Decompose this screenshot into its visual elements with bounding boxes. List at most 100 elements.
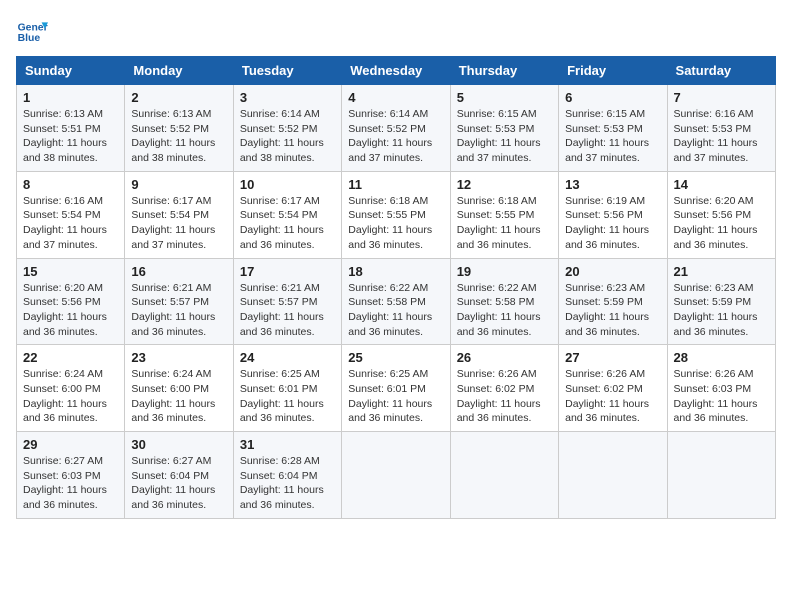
- col-header-monday: Monday: [125, 57, 233, 85]
- cell-info-line: and 37 minutes.: [348, 151, 443, 166]
- cell-info-line: Daylight: 11 hours: [565, 397, 660, 412]
- cell-info-line: Sunset: 5:55 PM: [457, 208, 552, 223]
- calendar-cell: [342, 432, 450, 519]
- cell-info-line: Sunset: 5:54 PM: [240, 208, 335, 223]
- cell-info-line: Daylight: 11 hours: [457, 310, 552, 325]
- cell-info-line: Sunrise: 6:23 AM: [565, 281, 660, 296]
- cell-info-line: Sunrise: 6:21 AM: [131, 281, 226, 296]
- day-number: 10: [240, 177, 335, 192]
- day-number: 1: [23, 90, 118, 105]
- calendar-cell: [667, 432, 775, 519]
- cell-info-line: Sunset: 6:03 PM: [23, 469, 118, 484]
- calendar-cell: 30 Sunrise: 6:27 AMSunset: 6:04 PMDayligh…: [125, 432, 233, 519]
- cell-info-line: Daylight: 11 hours: [23, 483, 118, 498]
- cell-info-line: Sunrise: 6:21 AM: [240, 281, 335, 296]
- cell-info-line: Sunset: 5:55 PM: [348, 208, 443, 223]
- cell-info-line: Sunset: 6:01 PM: [240, 382, 335, 397]
- cell-info-line: Sunrise: 6:28 AM: [240, 454, 335, 469]
- cell-info-line: Sunset: 5:58 PM: [457, 295, 552, 310]
- cell-info-line: Sunset: 6:03 PM: [674, 382, 769, 397]
- cell-info-line: and 36 minutes.: [565, 238, 660, 253]
- cell-info-line: Daylight: 11 hours: [565, 136, 660, 151]
- cell-info-line: Sunrise: 6:13 AM: [23, 107, 118, 122]
- cell-info-line: Sunrise: 6:15 AM: [565, 107, 660, 122]
- cell-info-line: Daylight: 11 hours: [674, 310, 769, 325]
- calendar-cell: 10Sunrise: 6:17 AMSunset: 5:54 PMDayligh…: [233, 171, 341, 258]
- col-header-saturday: Saturday: [667, 57, 775, 85]
- cell-info-line: and 36 minutes.: [131, 498, 226, 513]
- calendar-week-row: 15Sunrise: 6:20 AMSunset: 5:56 PMDayligh…: [17, 258, 776, 345]
- calendar-header-row: SundayMondayTuesdayWednesdayThursdayFrid…: [17, 57, 776, 85]
- cell-info-line: and 36 minutes.: [240, 238, 335, 253]
- cell-info-line: Sunset: 5:54 PM: [23, 208, 118, 223]
- cell-info-line: Sunrise: 6:25 AM: [240, 367, 335, 382]
- cell-info-line: and 36 minutes.: [674, 325, 769, 340]
- cell-info-line: Daylight: 11 hours: [131, 483, 226, 498]
- cell-info-line: Sunset: 6:04 PM: [131, 469, 226, 484]
- cell-info-line: Daylight: 11 hours: [23, 136, 118, 151]
- calendar-cell: 23Sunrise: 6:24 AMSunset: 6:00 PMDayligh…: [125, 345, 233, 432]
- calendar-cell: 27Sunrise: 6:26 AMSunset: 6:02 PMDayligh…: [559, 345, 667, 432]
- cell-info-line: Sunrise: 6:22 AM: [348, 281, 443, 296]
- cell-info-line: Sunset: 5:53 PM: [457, 122, 552, 137]
- col-header-wednesday: Wednesday: [342, 57, 450, 85]
- cell-info-line: and 36 minutes.: [131, 411, 226, 426]
- cell-info-line: and 38 minutes.: [240, 151, 335, 166]
- day-number: 27: [565, 350, 660, 365]
- cell-info-line: Sunset: 5:57 PM: [131, 295, 226, 310]
- day-number: 22: [23, 350, 118, 365]
- cell-info-line: Daylight: 11 hours: [131, 223, 226, 238]
- cell-info-line: Sunrise: 6:14 AM: [240, 107, 335, 122]
- day-number: 25: [348, 350, 443, 365]
- calendar-cell: 5Sunrise: 6:15 AMSunset: 5:53 PMDaylight…: [450, 85, 558, 172]
- cell-info-line: Daylight: 11 hours: [674, 223, 769, 238]
- calendar-cell: 11Sunrise: 6:18 AMSunset: 5:55 PMDayligh…: [342, 171, 450, 258]
- cell-info-line: Sunrise: 6:26 AM: [565, 367, 660, 382]
- cell-info-line: Sunrise: 6:16 AM: [23, 194, 118, 209]
- day-number: 26: [457, 350, 552, 365]
- cell-info-line: and 37 minutes.: [565, 151, 660, 166]
- col-header-sunday: Sunday: [17, 57, 125, 85]
- calendar-cell: 28Sunrise: 6:26 AMSunset: 6:03 PMDayligh…: [667, 345, 775, 432]
- day-number: 3: [240, 90, 335, 105]
- cell-info-line: and 36 minutes.: [240, 325, 335, 340]
- day-number: 15: [23, 264, 118, 279]
- day-number: 30: [131, 437, 226, 452]
- day-number: 17: [240, 264, 335, 279]
- cell-info-line: Sunrise: 6:27 AM: [131, 454, 226, 469]
- cell-info-line: and 36 minutes.: [240, 498, 335, 513]
- cell-info-line: and 36 minutes.: [457, 411, 552, 426]
- cell-info-line: Daylight: 11 hours: [565, 310, 660, 325]
- calendar-week-row: 8Sunrise: 6:16 AMSunset: 5:54 PMDaylight…: [17, 171, 776, 258]
- cell-info-line: Daylight: 11 hours: [565, 223, 660, 238]
- cell-info-line: Sunset: 6:00 PM: [131, 382, 226, 397]
- calendar-cell: 7Sunrise: 6:16 AMSunset: 5:53 PMDaylight…: [667, 85, 775, 172]
- cell-info-line: and 36 minutes.: [348, 411, 443, 426]
- day-number: 14: [674, 177, 769, 192]
- cell-info-line: Sunrise: 6:25 AM: [348, 367, 443, 382]
- calendar-cell: 2Sunrise: 6:13 AMSunset: 5:52 PMDaylight…: [125, 85, 233, 172]
- cell-info-line: and 36 minutes.: [23, 325, 118, 340]
- day-number: 5: [457, 90, 552, 105]
- cell-info-line: Daylight: 11 hours: [457, 223, 552, 238]
- cell-info-line: Daylight: 11 hours: [131, 397, 226, 412]
- calendar-cell: 17Sunrise: 6:21 AMSunset: 5:57 PMDayligh…: [233, 258, 341, 345]
- cell-info-line: Sunrise: 6:17 AM: [131, 194, 226, 209]
- cell-info-line: Daylight: 11 hours: [240, 397, 335, 412]
- calendar-cell: 18Sunrise: 6:22 AMSunset: 5:58 PMDayligh…: [342, 258, 450, 345]
- calendar-cell: [559, 432, 667, 519]
- calendar-week-row: 29Sunrise: 6:27 AMSunset: 6:03 PMDayligh…: [17, 432, 776, 519]
- cell-info-line: Sunset: 5:52 PM: [240, 122, 335, 137]
- cell-info-line: and 38 minutes.: [131, 151, 226, 166]
- cell-info-line: and 36 minutes.: [565, 325, 660, 340]
- calendar-cell: 21Sunrise: 6:23 AMSunset: 5:59 PMDayligh…: [667, 258, 775, 345]
- calendar-cell: [450, 432, 558, 519]
- cell-info-line: Sunrise: 6:23 AM: [674, 281, 769, 296]
- cell-info-line: and 36 minutes.: [240, 411, 335, 426]
- cell-info-line: Sunrise: 6:26 AM: [457, 367, 552, 382]
- cell-info-line: and 37 minutes.: [457, 151, 552, 166]
- cell-info-line: and 36 minutes.: [674, 238, 769, 253]
- day-number: 8: [23, 177, 118, 192]
- cell-info-line: Daylight: 11 hours: [457, 136, 552, 151]
- cell-info-line: and 36 minutes.: [131, 325, 226, 340]
